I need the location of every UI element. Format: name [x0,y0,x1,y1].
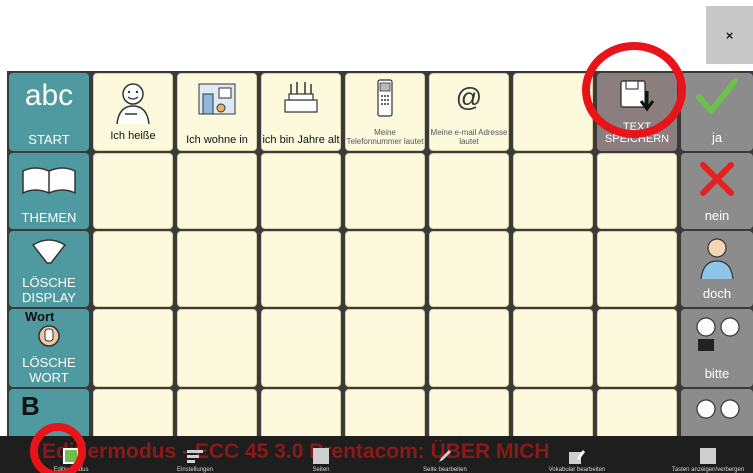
bitte-label: bitte [704,366,730,381]
phrase-label-email: Meine e-mail Adresse lautet [430,128,508,146]
highlight-circle-edit-mode [30,423,86,473]
toolbar-label: Vokabular bearbeiten [548,467,606,473]
empty-symbol-cell[interactable] [345,153,425,229]
letter-b-label: B [21,391,40,421]
phrase-label-ich-wohne-in: Ich wohne in [186,134,248,146]
empty-symbol-cell[interactable] [513,153,593,229]
empty-symbol-cell[interactable] [177,231,257,307]
two-people-icon [681,315,753,355]
empty-symbol-cell[interactable] [429,153,509,229]
empty-symbol-cell[interactable] [345,231,425,307]
person-pointing-icon [681,235,753,279]
empty-symbol-cell[interactable] [261,389,341,442]
wiper-icon [9,237,89,265]
wort-label: Wort [25,309,55,324]
phrase-cell-ich-bin-jahre-alt[interactable]: ich bin Jahre alt [261,73,341,151]
empty-symbol-cell[interactable] [261,309,341,387]
pages-icon [313,448,329,464]
close-icon: × [725,27,734,43]
settings-icon [187,448,203,464]
green-check-icon [681,77,753,117]
empty-symbol-cell[interactable] [345,389,425,442]
nein-label: nein [704,208,730,223]
birthday-cake-icon [262,80,340,116]
toggle-keys-icon [700,448,716,464]
hand-icon [9,323,89,349]
loesche-wort-button[interactable]: Wort LÖSCHE WORT [9,309,89,387]
empty-symbol-cell[interactable] [345,309,425,387]
next-answer-button[interactable] [681,389,753,442]
toolbar-label: Einstellungen [176,467,214,473]
empty-symbol-cell[interactable] [597,389,677,442]
ja-label: ja [711,130,723,145]
empty-symbol-cell[interactable] [93,153,173,229]
empty-symbol-cell[interactable] [177,389,257,442]
start-label: START [28,132,70,147]
doch-button[interactable]: doch [681,231,753,307]
toolbar-label: Seiten [312,467,330,473]
at-sign-icon: @ [455,82,483,112]
abc-label: abc [24,79,74,112]
phrase-cell-ich-heisse[interactable]: Ich heiße [93,73,173,151]
close-button[interactable]: × [706,6,753,64]
empty-symbol-cell[interactable] [597,231,677,307]
app-page: × abc START THEMEN LÖSCHE DISPLAY Wort L… [0,0,753,473]
book-icon [9,165,89,195]
empty-symbol-cell[interactable] [429,231,509,307]
two-faces-icon [681,395,753,425]
empty-symbol-cell[interactable] [261,153,341,229]
empty-symbol-cell[interactable] [177,153,257,229]
red-x-icon [681,159,753,199]
bitte-button[interactable]: bitte [681,309,753,387]
empty-symbol-cell[interactable] [93,231,173,307]
doch-label: doch [702,286,732,301]
house-icon [178,80,256,118]
empty-symbol-cell[interactable] [513,231,593,307]
empty-symbol-cell[interactable] [597,309,677,387]
empty-symbol-cell[interactable] [93,309,173,387]
toolbar-seiten[interactable]: Seiten [276,438,366,473]
empty-symbol-cell[interactable] [513,389,593,442]
person-icon [94,80,172,124]
phone-icon [346,78,424,118]
phrase-cell-email[interactable]: @ Meine e-mail Adresse lautet [429,73,509,151]
loesche-display-button[interactable]: LÖSCHE DISPLAY [9,231,89,307]
loesche-wort-label: LÖSCHE WORT [22,355,76,385]
phrase-label-telefonnummer: Meine Telefonnummer lautet [346,128,424,146]
loesche-display-label: LÖSCHE DISPLAY [22,275,76,305]
highlight-circle-save [582,42,686,138]
toolbar-label: Tasten anzeigen/verbergen [671,467,745,473]
empty-symbol-cell[interactable] [177,309,257,387]
ja-button[interactable]: ja [681,73,753,151]
phrase-label-ich-heisse: Ich heiße [110,130,156,142]
empty-symbol-cell[interactable] [93,389,173,442]
empty-symbol-cell[interactable] [513,309,593,387]
empty-symbol-cell[interactable] [261,231,341,307]
empty-symbol-cell[interactable] [429,309,509,387]
toolbar-seite-bearbeiten[interactable]: Seite bearbeiten [400,438,490,473]
phrase-label-ich-bin-jahre-alt: ich bin Jahre alt [262,134,340,146]
toolbar-vokabular-bearbeiten[interactable]: Vokabular bearbeiten [532,438,622,473]
toolbar-einstellungen[interactable]: Einstellungen [150,438,240,473]
phrase-cell-empty[interactable] [513,73,593,151]
nein-button[interactable]: nein [681,153,753,229]
edit-vocabulary-icon [569,448,585,464]
phrase-cell-telefonnummer[interactable]: Meine Telefonnummer lautet [345,73,425,151]
start-button[interactable]: abc START [9,73,89,151]
toolbar-tasten-anzeigen[interactable]: Tasten anzeigen/verbergen [663,438,753,473]
phrase-cell-ich-wohne-in[interactable]: Ich wohne in [177,73,257,151]
toolbar-label: Seite bearbeiten [423,467,467,473]
themen-button[interactable]: THEMEN [9,153,89,229]
edit-page-icon [437,448,453,464]
empty-symbol-cell[interactable] [597,153,677,229]
empty-symbol-cell[interactable] [429,389,509,442]
themen-label: THEMEN [21,210,77,225]
